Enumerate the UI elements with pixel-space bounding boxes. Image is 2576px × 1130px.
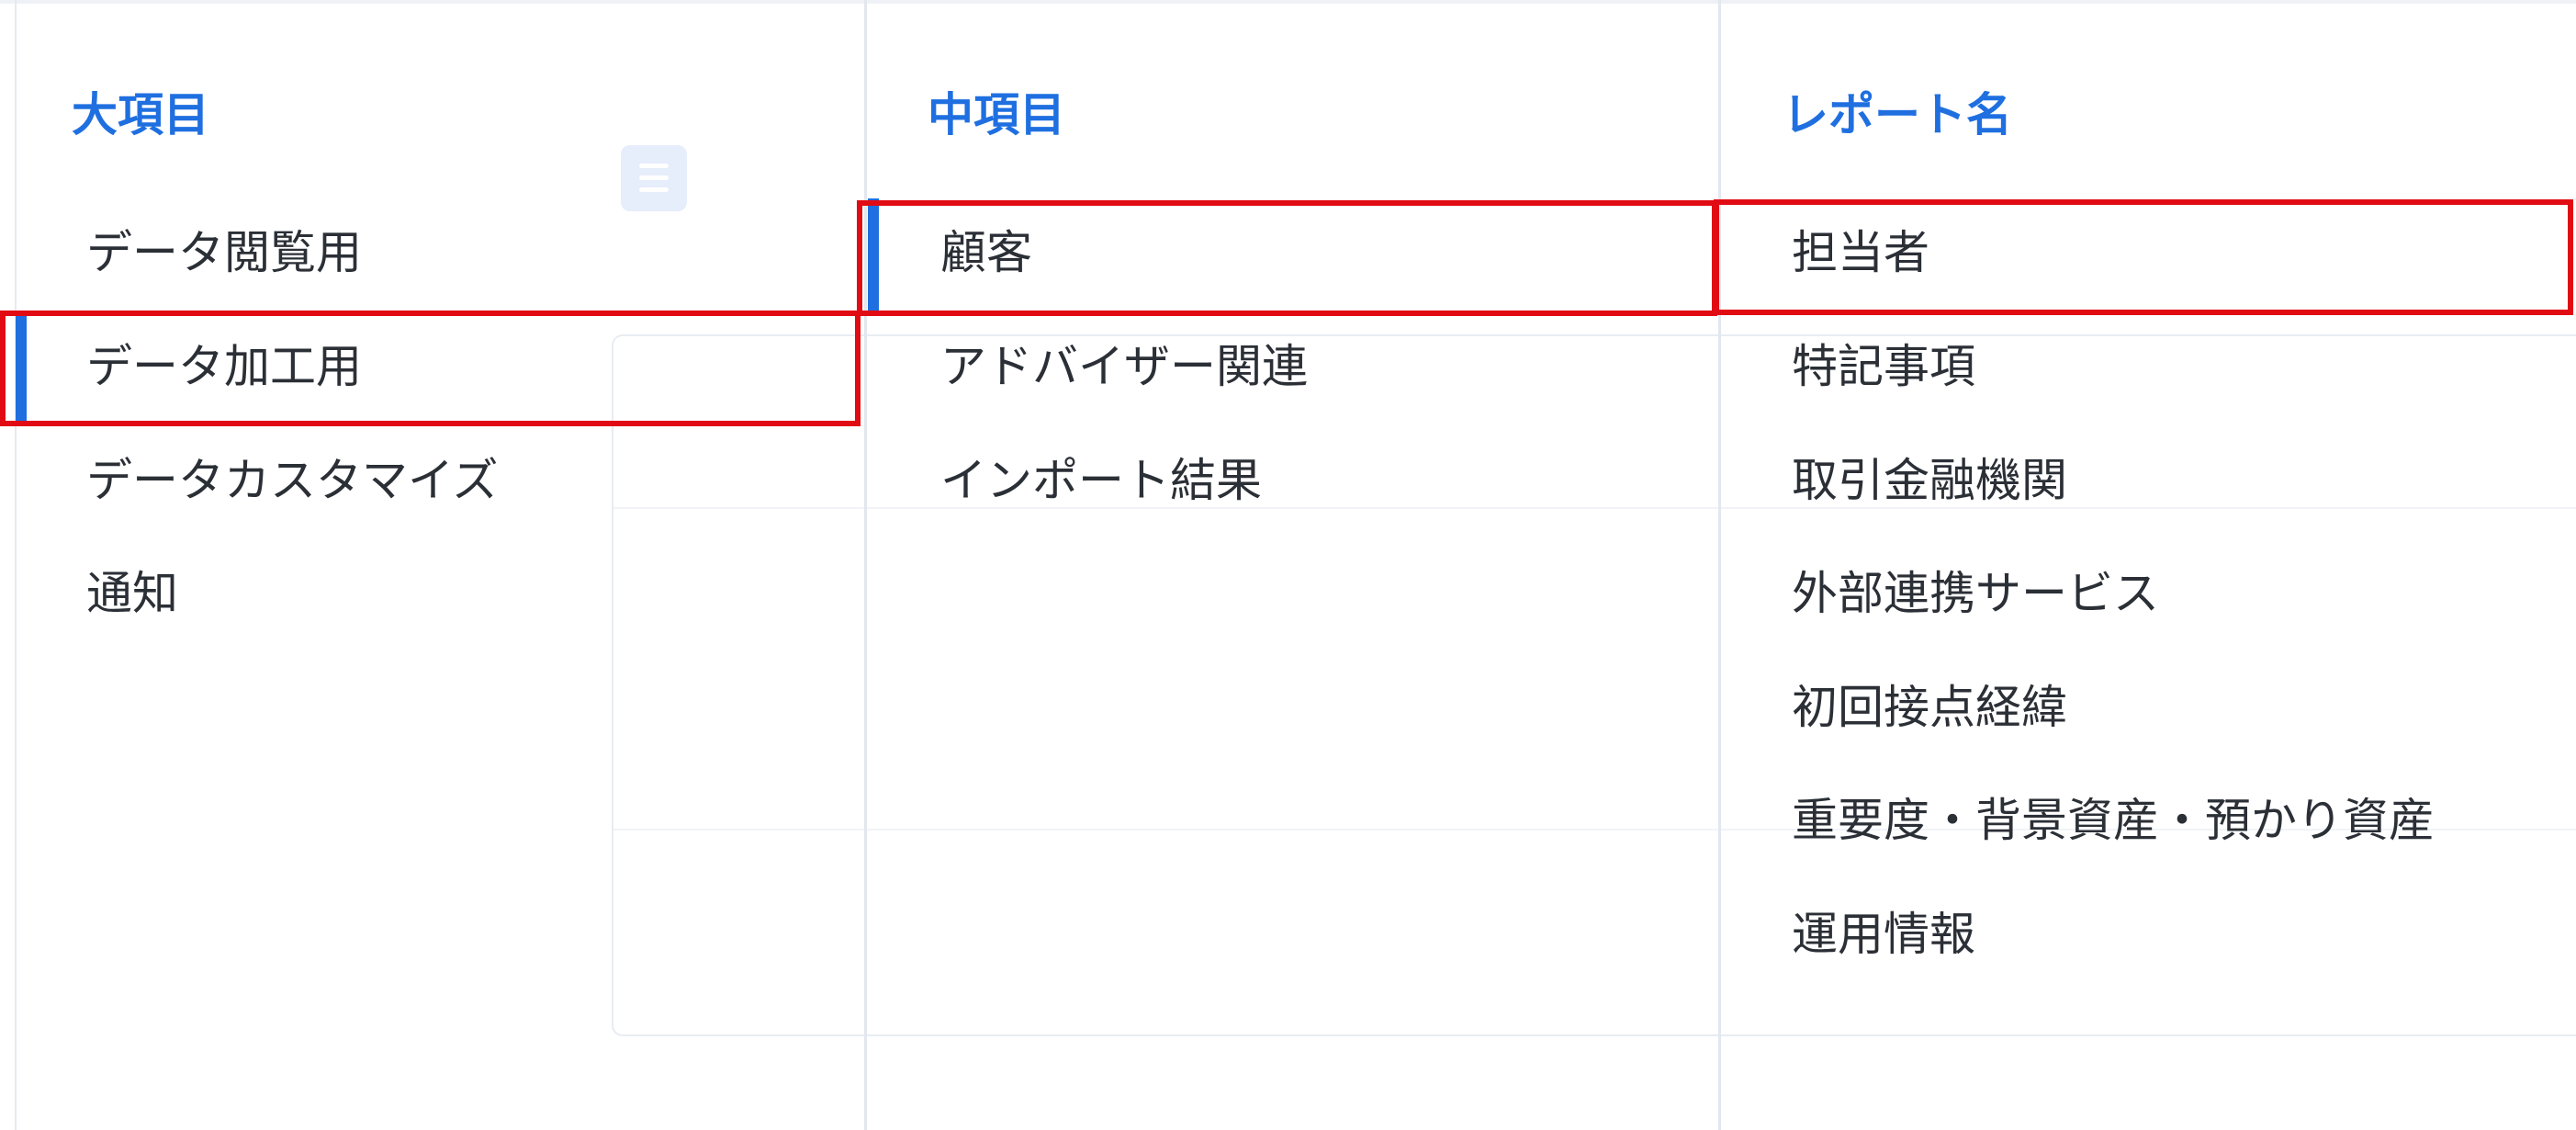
middle-item-advisor-related[interactable]: アドバイザー関連 [940,334,1308,399]
document-icon [621,145,687,211]
highlight-major-selection [0,311,861,426]
middle-item-import-result[interactable]: インポート結果 [940,448,1262,513]
middle-category-header: 中項目 [928,88,1065,141]
major-item-notification[interactable]: 通知 [86,561,178,626]
highlight-report-selection [1714,199,2573,315]
report-item-external-services[interactable]: 外部連携サービス [1792,561,2159,626]
report-selector-panel: 大項目 データ閲覧用 データ加工用 データカスタマイズ 通知 中項目 顧客 アド… [0,0,2576,1130]
report-item-importance-assets[interactable]: 重要度・背景資産・預かり資産 [1792,788,2435,853]
report-item-special-notes[interactable]: 特記事項 [1792,334,1975,399]
major-category-header: 大項目 [72,88,209,141]
column-divider [1718,0,1721,1130]
highlight-middle-selection [857,200,1717,316]
report-item-first-contact[interactable]: 初回接点経緯 [1792,675,2067,740]
background-row-divider [613,507,2576,509]
top-border [0,0,2576,4]
major-item-data-customize[interactable]: データカスタマイズ [86,448,499,513]
report-item-financial-institutions[interactable]: 取引金融機関 [1792,448,2067,513]
report-item-operation-info[interactable]: 運用情報 [1792,902,1975,966]
report-name-header: レポート名 [1783,88,2012,141]
column-divider [864,0,867,1130]
major-item-data-view[interactable]: データ閲覧用 [86,220,362,285]
background-card [612,334,2576,1036]
left-border [15,0,17,1130]
